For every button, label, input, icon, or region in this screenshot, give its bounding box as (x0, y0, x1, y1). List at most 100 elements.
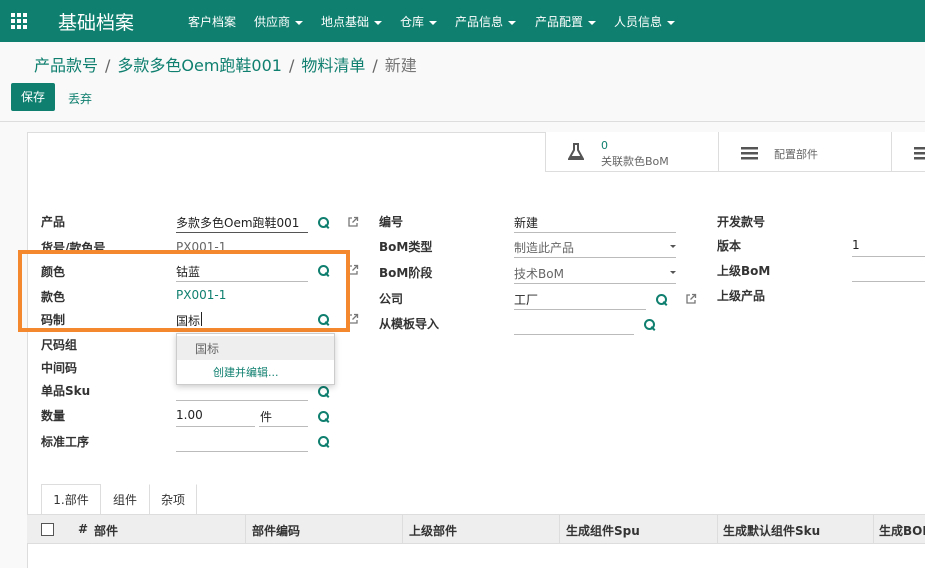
col-index: # (78, 522, 89, 536)
parent-product-label: 上级产品 (717, 289, 766, 303)
company-underline (514, 309, 646, 310)
external-link-icon[interactable] (347, 216, 359, 228)
col-part[interactable]: 部件 (94, 522, 118, 539)
template-underline (514, 334, 634, 335)
search-icon[interactable] (318, 386, 330, 398)
menu-customer-archive[interactable]: 客户档案 (188, 13, 236, 30)
menu-supplier-label: 供应商 (254, 15, 291, 29)
col-generate-bom[interactable]: 生成BOM (879, 522, 925, 539)
col-part-code[interactable]: 部件编码 (252, 522, 300, 539)
breadcrumb-separator: / (288, 56, 295, 75)
related-bom-stat-button[interactable]: 0 关联款色BoM (545, 132, 718, 172)
breadcrumb-product[interactable]: 多款多色Oem跑鞋001 (117, 56, 282, 75)
dropdown-option-guobiao[interactable]: 国标 (195, 340, 219, 357)
dev-style-no-label: 开发款号 (717, 215, 766, 229)
col-generate-spu[interactable]: 生成组件Spu (566, 522, 640, 539)
parent-bom-label: 上级BoM (717, 264, 771, 278)
menu-warehouse[interactable]: 仓库 (400, 13, 437, 30)
bom-stage-label: BoM阶段 (379, 266, 433, 280)
bom-type-underline (514, 257, 676, 258)
config-parts-label: 配置部件 (774, 148, 818, 161)
column-divider (717, 515, 718, 543)
create-and-edit-link[interactable]: 创建并编辑... (213, 364, 279, 380)
menu-supplier[interactable]: 供应商 (254, 13, 303, 30)
version-label: 版本 (717, 239, 742, 253)
breadcrumb-current: 新建 (384, 56, 417, 75)
top-navbar: 基础档案 客户档案 供应商 地点基础 仓库 产品信息 产品配置 人员信息 (0, 0, 925, 42)
bom-stage-underline (514, 283, 676, 284)
highlight-box (18, 250, 350, 332)
breadcrumb-separator: / (105, 56, 111, 75)
code-underline (514, 232, 676, 233)
menu-location-label: 地点基础 (321, 15, 370, 29)
process-field-underline (176, 451, 308, 452)
search-icon[interactable] (644, 319, 656, 331)
external-link-icon[interactable] (685, 293, 697, 305)
save-button[interactable]: 保存 (11, 83, 55, 111)
standard-process-label: 标准工序 (41, 435, 90, 449)
bom-stage-select[interactable]: 技术BoM (514, 265, 564, 282)
product-field-underline (176, 232, 308, 233)
menu-product-config-label: 产品配置 (535, 15, 584, 29)
bom-type-select[interactable]: 制造此产品 (514, 239, 574, 256)
column-divider (559, 515, 560, 543)
code-field[interactable]: 新建 (514, 214, 538, 231)
menu-product-config[interactable]: 产品配置 (535, 13, 596, 30)
col-generate-default-sku[interactable]: 生成默认组件Sku (723, 522, 820, 539)
flask-icon (568, 143, 584, 160)
menu-product-info[interactable]: 产品信息 (455, 13, 516, 30)
chevron-down-icon (670, 271, 676, 274)
breadcrumb-separator: / (372, 56, 378, 75)
uom-field[interactable]: 件 (260, 408, 272, 425)
size-group-label: 尺码组 (41, 338, 78, 352)
menu-product-info-label: 产品信息 (455, 15, 504, 29)
search-icon[interactable] (318, 436, 330, 448)
menu-location-basics[interactable]: 地点基础 (321, 13, 382, 30)
chevron-down-icon (670, 245, 676, 248)
quantity-underline (176, 426, 255, 427)
sku-label: 单品Sku (41, 384, 91, 398)
list-icon (914, 147, 925, 160)
company-label: 公司 (379, 292, 404, 306)
import-template-label: 从模板导入 (379, 317, 440, 331)
table-header: # 部件 部件编码 上级部件 生成组件Spu 生成默认组件Sku 生成BOM (27, 514, 925, 544)
parent-bom-underline (852, 281, 925, 282)
sku-field-underline (176, 400, 308, 401)
product-field[interactable]: 多款多色Oem跑鞋001 (176, 214, 299, 231)
menu-warehouse-label: 仓库 (400, 15, 425, 29)
search-icon[interactable] (318, 217, 330, 229)
breadcrumb: 产品款号 / 多款多色Oem跑鞋001 / 物料清单 / 新建 (34, 52, 417, 76)
more-stat-button[interactable] (891, 132, 925, 172)
config-parts-stat-button[interactable]: 配置部件 (718, 132, 891, 172)
middle-code-label: 中间码 (41, 361, 78, 375)
related-bom-label: 关联款色BoM (601, 155, 669, 168)
list-icon (741, 147, 758, 160)
menu-personnel[interactable]: 人员信息 (614, 13, 675, 30)
code-label: 编号 (379, 215, 404, 229)
column-divider (402, 515, 403, 543)
tab-components[interactable]: 组件 (103, 484, 147, 514)
breadcrumb-bom[interactable]: 物料清单 (301, 56, 365, 75)
apps-grid-icon[interactable] (11, 13, 27, 29)
quantity-input[interactable]: 1.00 (176, 408, 203, 422)
uom-underline (259, 426, 308, 427)
bom-type-label: BoM类型 (379, 240, 433, 254)
company-field[interactable]: 工厂 (514, 291, 538, 308)
col-parent-part[interactable]: 上级部件 (409, 522, 457, 539)
discard-button[interactable]: 丢弃 (68, 90, 92, 107)
select-all-checkbox[interactable] (41, 523, 54, 536)
search-icon[interactable] (318, 411, 330, 423)
tab-misc[interactable]: 杂项 (149, 484, 197, 514)
breadcrumb-product-style[interactable]: 产品款号 (34, 56, 98, 75)
column-divider (245, 515, 246, 543)
tab-parts[interactable]: 1.部件 (41, 484, 101, 514)
control-panel-divider (0, 121, 925, 122)
quantity-label: 数量 (41, 409, 66, 423)
search-icon[interactable] (656, 294, 668, 306)
app-title: 基础档案 (58, 12, 135, 34)
product-label: 产品 (41, 215, 66, 229)
column-divider (873, 515, 874, 543)
menu-personnel-label: 人员信息 (614, 15, 663, 29)
version-field[interactable]: 1 (852, 238, 860, 252)
related-bom-count: 0 (601, 139, 608, 152)
